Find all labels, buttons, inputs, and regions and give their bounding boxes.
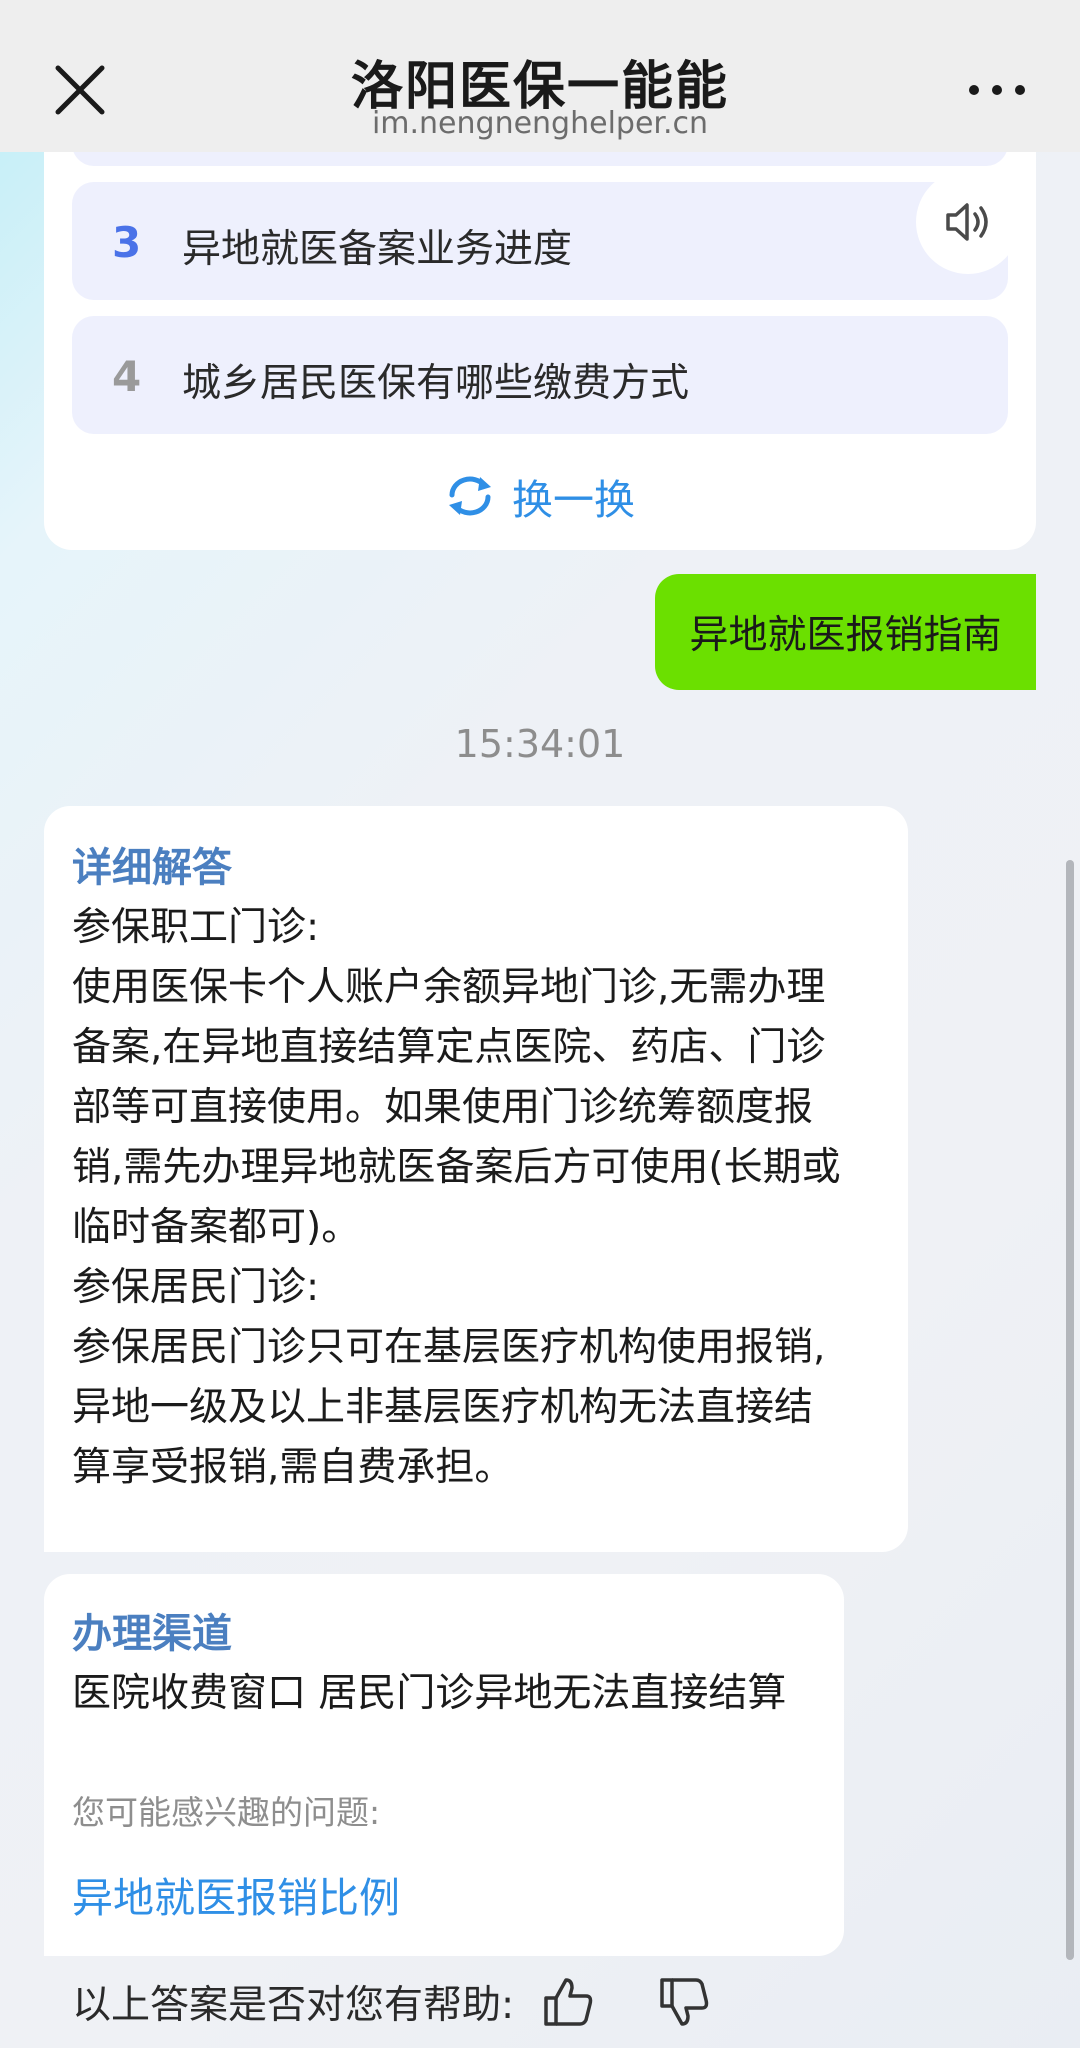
thumbs-down-icon[interactable] <box>656 1974 712 2030</box>
more-icon[interactable] <box>966 80 1028 100</box>
channel-card: 办理渠道 医院收费窗口 居民门诊异地无法直接结算 您可能感兴趣的问题: 异地就医… <box>44 1574 844 1956</box>
scrollbar[interactable] <box>1066 860 1074 1960</box>
speaker-icon <box>946 203 988 241</box>
suggestion-number: 4 <box>112 352 142 401</box>
answer-card: 详细解答 参保职工门诊: 使用医保卡个人账户余额异地门诊,无需办理 备案,在异地… <box>44 806 908 1552</box>
top-bar: 洛阳医保一能能 im.nengnenghelper.cn <box>0 0 1080 152</box>
related-questions-label: 您可能感兴趣的问题: <box>72 1793 381 1832</box>
message-timestamp: 15:34:01 <box>454 722 626 766</box>
suggestion-item[interactable]: 3 异地就医备案业务进度 <box>72 182 1008 300</box>
suggestion-number: 3 <box>112 218 142 267</box>
refresh-label: 换一换 <box>512 476 635 524</box>
speaker-button[interactable] <box>916 170 1020 274</box>
channel-title: 办理渠道 <box>72 1611 232 1657</box>
refresh-icon <box>449 476 491 516</box>
channel-text: 医院收费窗口 居民门诊异地无法直接结算 <box>72 1671 787 1716</box>
answer-line: 使用医保卡个人账户余额异地门诊,无需办理 <box>72 965 826 1010</box>
related-question-link[interactable]: 异地就医报销比例 <box>72 1864 400 1924</box>
channel-body: 办理渠道 医院收费窗口 居民门诊异地无法直接结算 <box>72 1604 832 1724</box>
answer-title: 详细解答 <box>72 845 232 891</box>
feedback-bar: 以上答案是否对您有帮助: <box>72 1972 712 2032</box>
thumbs-up-icon[interactable] <box>540 1974 596 2030</box>
suggestions-card: 3 异地就医备案业务进度 4 城乡居民医保有哪些缴费方式 换一换 <box>44 100 1036 550</box>
page-url: im.nengnenghelper.cn <box>371 106 709 141</box>
answer-line: 参保职工门诊: <box>72 905 320 950</box>
answer-line: 部等可直接使用。如果使用门诊统筹额度报 <box>72 1085 814 1130</box>
suggestion-item[interactable]: 4 城乡居民医保有哪些缴费方式 <box>72 316 1008 434</box>
answer-line: 备案,在异地直接结算定点医院、药店、门诊 <box>72 1025 826 1070</box>
refresh-button[interactable]: 换一换 <box>444 466 635 526</box>
suggestion-text: 异地就医备案业务进度 <box>182 227 573 272</box>
answer-line: 参保居民门诊只可在基层医疗机构使用报销, <box>72 1325 826 1370</box>
answer-line: 参保居民门诊: <box>72 1265 320 1310</box>
answer-line: 算享受报销,需自费承担。 <box>72 1445 514 1490</box>
answer-line: 临时备案都可)。 <box>72 1205 361 1250</box>
user-message-bubble: 异地就医报销指南 <box>655 574 1036 690</box>
feedback-question: 以上答案是否对您有帮助: <box>72 1983 515 2028</box>
answer-body: 详细解答 参保职工门诊: 使用医保卡个人账户余额异地门诊,无需办理 备案,在异地… <box>72 838 892 1498</box>
answer-line: 销,需先办理异地就医备案后方可使用(长期或 <box>72 1145 841 1190</box>
suggestion-text: 城乡居民医保有哪些缴费方式 <box>182 361 690 406</box>
answer-line: 异地一级及以上非基层医疗机构无法直接结 <box>72 1385 814 1430</box>
